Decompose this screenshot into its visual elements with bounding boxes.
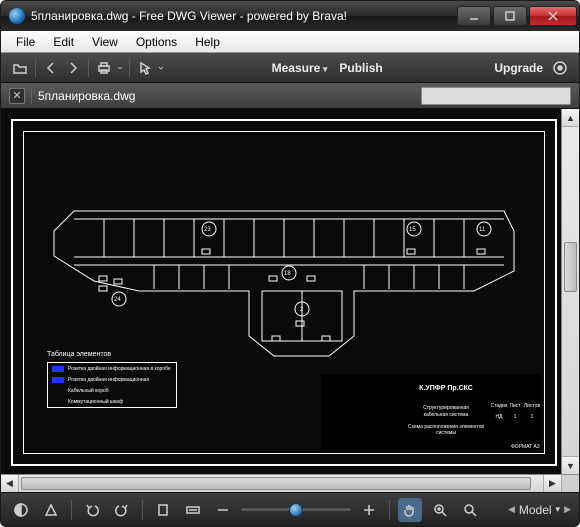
zoom-slider[interactable] [241, 500, 351, 520]
menu-bar: File Edit View Options Help [1, 31, 579, 53]
publish-button[interactable]: Publish [333, 61, 388, 75]
rotate-left-icon[interactable] [80, 498, 104, 522]
select-tool-dropdown[interactable] [156, 57, 166, 79]
fit-page-icon[interactable] [151, 498, 175, 522]
vscroll-thumb[interactable] [564, 242, 577, 292]
menu-help[interactable]: Help [186, 33, 229, 51]
zoom-in-icon[interactable] [357, 498, 381, 522]
document-tab-label[interactable]: 5планировка.dwg [38, 89, 135, 103]
layout-selector-label: Model [519, 503, 552, 517]
search-input[interactable] [421, 87, 571, 105]
measure-menu[interactable]: Measure [266, 61, 334, 75]
background-toggle-icon[interactable] [9, 498, 33, 522]
nav-back-button[interactable] [40, 57, 62, 79]
svg-text:23: 23 [204, 227, 211, 233]
magnifier-icon[interactable] [458, 498, 482, 522]
vertical-scrollbar[interactable]: ▲ ▼ [561, 109, 579, 474]
vscroll-track[interactable] [562, 127, 579, 456]
layout-selector[interactable]: ◀ Model ▾ ▶ [508, 503, 571, 517]
svg-text:15: 15 [409, 227, 416, 233]
svg-text:К.УПФР Пр.СКС: К.УПФР Пр.СКС [419, 385, 473, 392]
zoom-slider-knob[interactable] [289, 503, 303, 517]
zoom-out-icon[interactable] [211, 498, 235, 522]
document-tab-bar: ✕ 5планировка.dwg [1, 83, 579, 109]
svg-text:НД: НД [496, 414, 504, 420]
svg-text:ФОРМАТ А3: ФОРМАТ А3 [511, 444, 540, 450]
close-tab-button[interactable]: ✕ [9, 88, 25, 104]
rotate-right-icon[interactable] [110, 498, 134, 522]
pan-tool-icon[interactable] [398, 498, 422, 522]
menu-view[interactable]: View [83, 33, 127, 51]
svg-text:1: 1 [514, 414, 517, 420]
brava-logo-icon[interactable] [549, 57, 571, 79]
prev-layout-icon[interactable]: ◀ [508, 504, 515, 515]
fit-width-icon[interactable] [181, 498, 205, 522]
scroll-left-button[interactable]: ◀ [1, 475, 19, 492]
svg-text:Лист: Лист [510, 403, 522, 409]
nav-forward-button[interactable] [62, 57, 84, 79]
svg-text:2: 2 [300, 307, 304, 313]
title-bar: 5планировка.dwg - Free DWG Viewer - powe… [1, 1, 579, 31]
zoom-window-icon[interactable] [428, 498, 452, 522]
upgrade-button[interactable]: Upgrade [488, 61, 549, 75]
print-button[interactable] [93, 57, 115, 79]
svg-text:кабельная система: кабельная система [424, 412, 469, 418]
layout-dropdown-icon[interactable]: ▾ [556, 504, 561, 515]
cad-floorplan: 23 15 11 18 24 2 [33, 161, 535, 371]
close-button[interactable] [529, 6, 577, 26]
menu-options[interactable]: Options [127, 33, 186, 51]
maximize-button[interactable] [493, 6, 527, 26]
horizontal-scrollbar[interactable]: ◀ ▶ [1, 474, 579, 492]
scroll-corner [561, 475, 579, 492]
svg-text:11: 11 [479, 227, 486, 233]
menu-edit[interactable]: Edit [44, 33, 83, 51]
svg-text:системы: системы [436, 430, 456, 436]
svg-text:Листов: Листов [524, 403, 541, 409]
legend-title: Таблица элементов [47, 351, 111, 358]
main-toolbar: Measure Publish Upgrade [1, 53, 579, 83]
legend-table: Розетка двойная информационная в коробе … [47, 362, 177, 408]
window-title: 5планировка.dwg - Free DWG Viewer - powe… [31, 9, 455, 23]
menu-file[interactable]: File [7, 33, 44, 51]
scroll-up-button[interactable]: ▲ [562, 109, 579, 127]
open-button[interactable] [9, 57, 31, 79]
print-dropdown[interactable] [115, 57, 125, 79]
select-tool[interactable] [134, 57, 156, 79]
svg-text:1: 1 [531, 414, 534, 420]
next-layout-icon[interactable]: ▶ [564, 504, 571, 515]
scroll-down-button[interactable]: ▼ [562, 456, 579, 474]
monochrome-toggle-icon[interactable] [39, 498, 63, 522]
svg-text:Структурированная: Структурированная [423, 405, 469, 411]
minimize-button[interactable] [457, 6, 491, 26]
svg-text:Стадия: Стадия [490, 403, 507, 409]
title-block: К.УПФР Пр.СКС Структурированная кабельна… [321, 374, 541, 450]
hscroll-thumb[interactable] [21, 477, 531, 490]
bottom-toolbar: ◀ Model ▾ ▶ [1, 492, 579, 526]
hscroll-track[interactable] [19, 475, 543, 492]
app-icon [9, 8, 25, 24]
svg-text:18: 18 [284, 271, 291, 277]
drawing-canvas[interactable]: 23 15 11 18 24 2 [1, 109, 561, 474]
scroll-right-button[interactable]: ▶ [543, 475, 561, 492]
svg-text:24: 24 [114, 297, 121, 303]
